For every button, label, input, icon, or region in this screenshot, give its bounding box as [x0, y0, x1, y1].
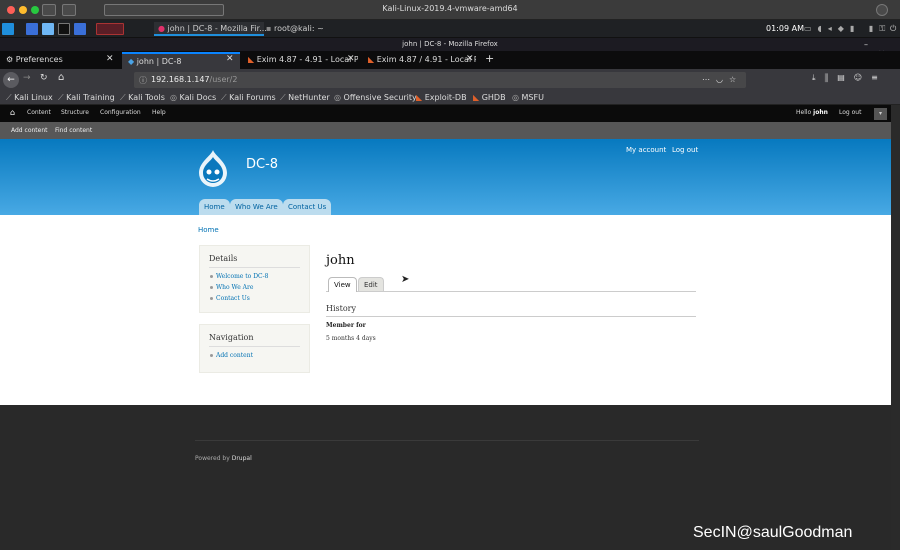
details-title: Details — [209, 254, 300, 268]
back-button[interactable]: ← — [3, 72, 19, 88]
firefox-window-title: john | DC-8 - Mozilla Firefox — [0, 38, 900, 51]
workspace-switcher[interactable] — [96, 23, 124, 35]
tabs-divider — [326, 291, 696, 292]
sidebar-link-welcome[interactable]: Welcome to DC-8 — [210, 273, 309, 280]
kali-panel: ● john | DC-8 - Mozilla Fir... ▪ root@ka… — [0, 20, 900, 38]
bookmark-nethunter[interactable]: ⟋ NetHunter — [280, 93, 330, 103]
tab-close-icon[interactable]: ✕ — [347, 54, 355, 64]
history-heading: History — [326, 304, 357, 313]
header-logout[interactable]: Log out — [672, 146, 698, 154]
home-icon[interactable]: ⌂ — [10, 108, 15, 117]
sidebar-link-contact-us[interactable]: Contact Us — [210, 295, 309, 302]
tab-john-dc8[interactable]: ◆ john | DC-8 — [122, 52, 240, 69]
home-button[interactable]: ⌂ — [58, 72, 64, 83]
new-tab-icon[interactable]: + — [485, 52, 494, 65]
drupal-favicon-icon: ◆ — [128, 57, 135, 66]
sidebar-details-block: Details Welcome to DC-8 Who We Are Conta… — [199, 245, 310, 313]
bookmarks-toolbar: ⟋ Kali Linux ⟋ Kali Training ⟋ Kali Tool… — [0, 91, 900, 105]
drupal-admin-toolbar: ⌂ Content Structure Configuration Help H… — [0, 105, 891, 122]
breadcrumb[interactable]: Home — [198, 226, 219, 234]
reload-button[interactable]: ↻ — [40, 73, 48, 83]
terminal-icon[interactable] — [58, 23, 70, 35]
sidebar-link-who-we-are[interactable]: Who We Are — [210, 284, 309, 291]
site-name[interactable]: DC-8 — [246, 157, 278, 172]
vm-settings-icon[interactable] — [876, 4, 888, 16]
firefox-launcher-icon[interactable] — [74, 23, 86, 35]
page-scrollbar[interactable] — [891, 105, 900, 550]
host-window-titlebar: Kali-Linux-2019.4-vmware-amd64 — [0, 0, 900, 20]
toolbar-drawer-toggle[interactable]: ▾ — [874, 108, 887, 120]
member-for-value: 5 months 4 days — [326, 335, 376, 342]
site-header — [0, 139, 891, 215]
tab-strip: ⚙ Preferences ✕ ◆ john | DC-8 ✕ ◣ Exim 4… — [0, 51, 900, 69]
member-for-label: Member for — [326, 322, 366, 329]
toolbar-configuration[interactable]: Configuration — [100, 109, 141, 116]
drupal-link[interactable]: Drupal — [232, 455, 252, 462]
forward-button[interactable]: → — [23, 73, 31, 83]
footer-divider — [195, 440, 699, 441]
tab-close-icon[interactable]: ✕ — [226, 54, 234, 64]
drupal-logo[interactable] — [196, 148, 230, 188]
bookmark-offensive-security[interactable]: ◎ Offensive Security — [334, 93, 417, 102]
file-manager-icon[interactable] — [42, 23, 54, 35]
toolbar-help[interactable]: Help — [152, 109, 166, 116]
watermark-text: SecIN@saulGoodman — [693, 524, 853, 541]
navigation-title: Navigation — [209, 333, 300, 347]
kali-menu-icon[interactable] — [2, 23, 14, 35]
toolbar-structure[interactable]: Structure — [61, 109, 89, 116]
taskbar-terminal[interactable]: ▪ root@kali: ~ — [262, 22, 362, 36]
bookmark-ghdb[interactable]: ◣ GHDB — [473, 93, 506, 102]
sidebar-navigation-block: Navigation Add content — [199, 324, 310, 373]
tab-close-icon[interactable]: ✕ — [106, 54, 114, 64]
menu-home[interactable]: Home — [199, 199, 230, 215]
bookmark-exploit-db[interactable]: ◣ Exploit-DB — [416, 93, 467, 102]
shortcut-find-content[interactable]: Find content — [55, 127, 92, 134]
bookmark-kali-forums[interactable]: ⟋ Kali Forums — [221, 93, 276, 103]
sidebar-link-add-content[interactable]: Add content — [210, 352, 309, 359]
bookmark-kali-linux[interactable]: ⟋ Kali Linux — [6, 93, 53, 103]
exploitdb-favicon-icon: ◣ — [368, 55, 375, 64]
toolbar-content[interactable]: Content — [27, 109, 51, 116]
shortcut-add-content[interactable]: Add content — [11, 127, 48, 134]
hello-user: Hello john — [796, 109, 828, 116]
powered-by: Powered by Drupal — [195, 455, 252, 462]
bookmark-kali-training[interactable]: ⟋ Kali Training — [58, 93, 115, 103]
shortcuts-bar: Add content Find content — [0, 122, 891, 139]
bookmark-kali-tools[interactable]: ⟋ Kali Tools — [120, 93, 165, 103]
page-title: john — [326, 253, 355, 268]
tab-exim-2[interactable]: ◣ Exim 4.87 / 4.91 - Local P — [362, 52, 476, 69]
power-icon[interactable]: ⏻ — [886, 22, 900, 36]
menu-who-we-are[interactable]: Who We Are — [230, 199, 283, 215]
show-desktop-icon[interactable] — [26, 23, 38, 35]
profile-tab-view[interactable]: View — [328, 277, 357, 292]
url-bar[interactable]: ⓘ 192.168.1.147/user/2 ⋯◡☆ — [134, 72, 746, 88]
tab-exim-1[interactable]: ◣ Exim 4.87 - 4.91 - Local P — [242, 52, 358, 69]
host-window-title: Kali-Linux-2019.4-vmware-amd64 — [382, 4, 518, 13]
header-my-account[interactable]: My account — [626, 146, 666, 154]
toolbar-logout[interactable]: Log out — [839, 109, 861, 116]
mouse-cursor: ➤ — [401, 274, 410, 285]
history-divider — [326, 316, 696, 317]
info-icon[interactable]: ⓘ — [139, 75, 147, 86]
tab-close-icon[interactable]: ✕ — [466, 54, 474, 64]
url-path: /user/2 — [209, 75, 238, 84]
taskbar-firefox[interactable]: ● john | DC-8 - Mozilla Fir... — [154, 22, 267, 36]
tab-preferences[interactable]: ⚙ Preferences — [0, 52, 120, 69]
bookmark-kali-docs[interactable]: ◎ Kali Docs — [170, 93, 216, 102]
page-actions-icons[interactable]: ⋯◡☆ — [702, 75, 742, 84]
url-host: 192.168.1.147 — [151, 75, 210, 84]
system-tray-icons[interactable]: ▭◖◂◆▮ ▮⚿ — [800, 22, 895, 36]
bookmark-msfu[interactable]: ◎ MSFU — [512, 93, 544, 102]
main-content — [0, 215, 891, 405]
exploitdb-favicon-icon: ◣ — [248, 55, 255, 64]
profile-tab-edit[interactable]: Edit — [358, 277, 384, 291]
toolbar-icons[interactable]: ⤓⫼▤☺≡ — [812, 73, 887, 83]
gear-icon: ⚙ — [6, 55, 14, 64]
menu-contact-us[interactable]: Contact Us — [283, 199, 332, 215]
